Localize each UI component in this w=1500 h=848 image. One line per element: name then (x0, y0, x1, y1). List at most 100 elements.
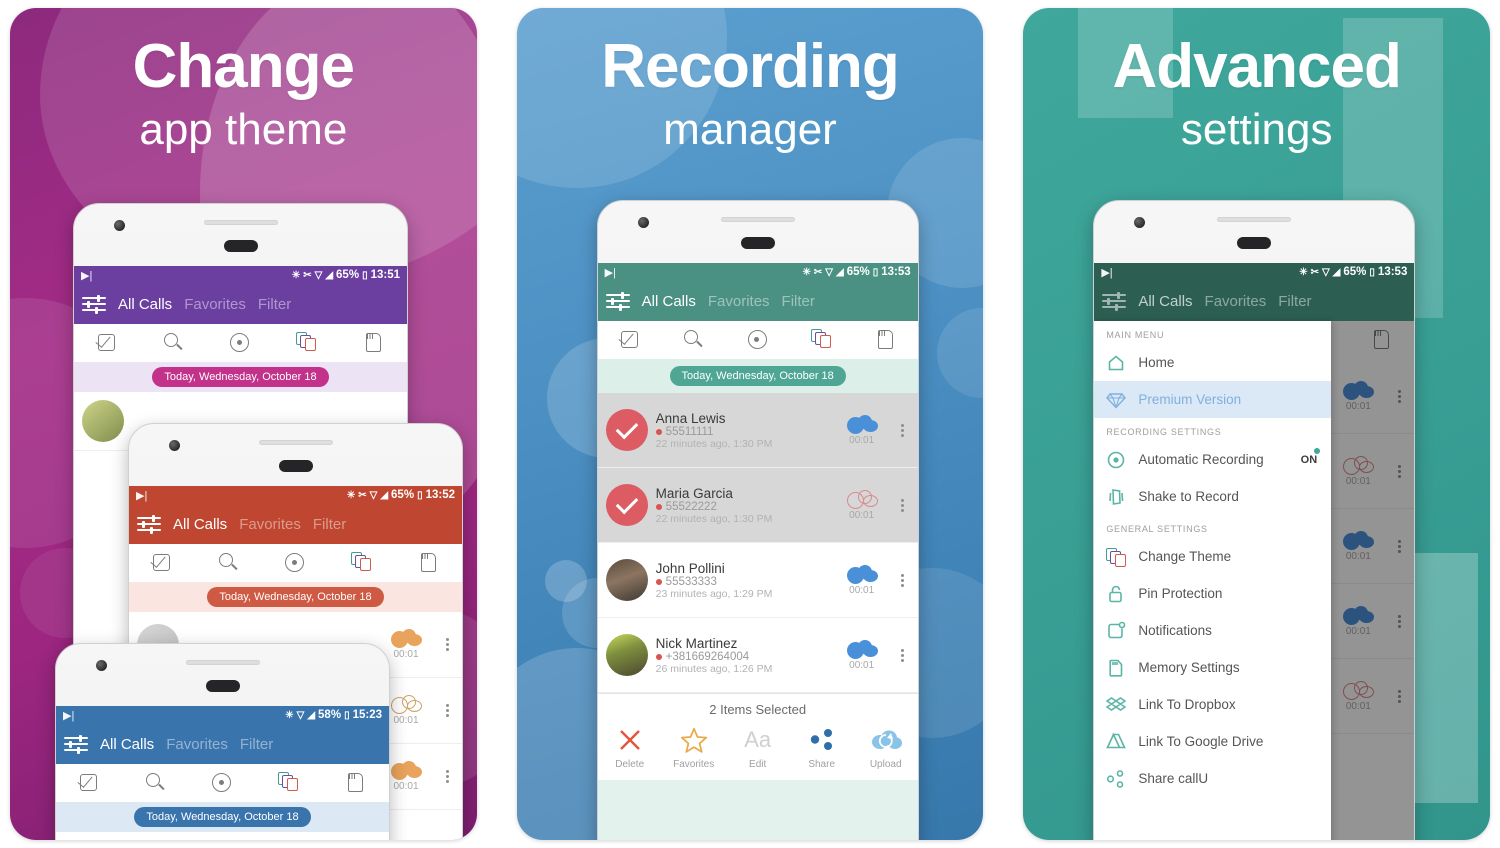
tab-all-calls[interactable]: All Calls (100, 736, 154, 753)
contact-number-row: 55522222 (655, 501, 828, 513)
tab-filter[interactable]: Filter (1278, 293, 1311, 310)
favorites-button[interactable]: Favorites (664, 725, 724, 770)
clock-label: 13:53 (1377, 266, 1408, 278)
select-all-icon[interactable] (151, 552, 173, 574)
drawer-item-label: Notifications (1138, 623, 1212, 638)
menu-sliders-icon[interactable] (1102, 291, 1127, 311)
change-theme-icon[interactable] (351, 552, 373, 574)
sd-card-icon[interactable] (363, 332, 385, 354)
tab-filter[interactable]: Filter (782, 293, 815, 310)
phone-top-bezel (598, 201, 918, 263)
menu-sliders-icon[interactable] (137, 514, 161, 534)
battery-label: 58% (318, 709, 342, 721)
row-menu-icon[interactable] (440, 702, 454, 719)
cloud-icon (391, 695, 422, 714)
tab-filter[interactable]: Filter (240, 736, 273, 753)
drawer-item-automatic-recording[interactable]: Automatic Recording ON (1094, 441, 1331, 478)
menu-sliders-icon[interactable] (64, 734, 88, 754)
camera-icon (637, 217, 649, 228)
row-menu-icon[interactable] (896, 647, 910, 664)
record-icon[interactable] (284, 552, 306, 574)
date-chip: Today, Wednesday, October 18 (207, 587, 384, 607)
upload-button[interactable]: Upload (856, 725, 916, 770)
sd-card-icon[interactable] (875, 329, 897, 351)
status-right: ✳ ✂ ▽ ◢ 65% ▯ 13:53 (1299, 266, 1407, 278)
bluetooth-icon: ✳ (802, 266, 811, 278)
mute-icon: ✂ (813, 266, 823, 278)
tab-all-calls[interactable]: All Calls (642, 293, 696, 310)
status-bar: ▶| ✳ ✂ ▽ ◢ 65% ▯ 13:53 (1094, 263, 1415, 281)
table-row[interactable]: Maria Garcia 55522222 22 minutes ago, 1:… (597, 468, 918, 543)
status-left-icon: ▶| (63, 709, 75, 722)
row-menu-icon[interactable] (896, 422, 910, 439)
avatar[interactable] (605, 559, 648, 601)
drawer-item-link-to-dropbox[interactable]: Link To Dropbox (1094, 686, 1331, 723)
menu-sliders-icon[interactable] (82, 294, 106, 314)
sd-card-icon[interactable] (418, 552, 440, 574)
contact-name: Nick Martinez (655, 635, 738, 651)
app-bar: All Calls Favorites Filter (597, 281, 918, 321)
table-row[interactable]: Nick Martinez +381669264004 26 minutes a… (597, 618, 918, 693)
panel-recording-manager: Recording manager ▶| ✳ ✂ ▽ ◢ 65% ▯ 13:53… (516, 8, 984, 840)
select-all-icon[interactable] (96, 332, 118, 354)
drawer-item-share-callu[interactable]: Share callU (1094, 760, 1331, 797)
avatar (82, 400, 124, 442)
headline-bold: Change (132, 32, 355, 101)
drawer-item-link-to-google-drive[interactable]: Link To Google Drive (1094, 723, 1331, 760)
select-all-icon[interactable] (619, 329, 641, 351)
tab-all-calls[interactable]: All Calls (118, 296, 172, 313)
text-icon: Aa (744, 727, 772, 752)
tab-all-calls[interactable]: All Calls (173, 516, 227, 533)
drawer-item-label: Premium Version (1138, 392, 1242, 407)
headline-light: manager (663, 105, 837, 154)
search-icon[interactable] (163, 332, 185, 354)
change-theme-icon[interactable] (810, 329, 833, 351)
record-icon[interactable] (211, 772, 233, 794)
call-direction-icon (655, 428, 662, 435)
row-menu-icon[interactable] (440, 768, 454, 785)
row-menu-icon[interactable] (896, 572, 910, 589)
clock-label: 13:52 (425, 489, 455, 501)
avatar[interactable] (605, 634, 648, 676)
headline-bold: Advanced (1112, 32, 1402, 101)
change-theme-icon[interactable] (296, 332, 318, 354)
avatar[interactable] (605, 409, 648, 451)
drawer-item-memory-settings[interactable]: Memory Settings (1094, 649, 1331, 686)
share-icon (792, 725, 852, 755)
change-theme-icon[interactable] (278, 772, 300, 794)
drawer-item-pin-protection[interactable]: Pin Protection (1094, 575, 1331, 612)
tab-filter[interactable]: Filter (313, 516, 346, 533)
record-icon[interactable] (229, 332, 251, 354)
home-icon (1106, 353, 1126, 373)
search-icon[interactable] (683, 329, 705, 351)
edit-button[interactable]: Aa Edit (728, 725, 788, 770)
drawer-item-shake-to-record[interactable]: Shake to Record (1094, 478, 1331, 515)
tab-favorites[interactable]: Favorites (708, 293, 770, 310)
search-icon[interactable] (145, 772, 167, 794)
avatar[interactable] (605, 484, 648, 526)
tab-all-calls[interactable]: All Calls (1138, 293, 1192, 310)
share-button[interactable]: Share (792, 725, 852, 770)
table-row[interactable]: John Pollini 55533333 23 minutes ago, 1:… (597, 543, 918, 618)
tab-favorites[interactable]: Favorites (1205, 293, 1267, 310)
delete-button[interactable]: Delete (600, 725, 660, 770)
sd-card-icon[interactable] (345, 772, 367, 794)
drawer-item-premium-version[interactable]: Premium Version (1094, 381, 1332, 418)
select-all-icon[interactable] (78, 772, 100, 794)
tab-filter[interactable]: Filter (258, 296, 291, 313)
tab-favorites[interactable]: Favorites (166, 736, 228, 753)
row-menu-icon[interactable] (896, 497, 910, 514)
row-menu-icon[interactable] (440, 636, 454, 653)
drawer-section-title: RECORDING SETTINGS (1106, 427, 1222, 437)
drawer-item-home[interactable]: Home (1094, 344, 1331, 381)
automatic-recording-toggle[interactable]: ON (1301, 447, 1321, 466)
search-icon[interactable] (218, 552, 240, 574)
record-icon[interactable] (747, 329, 769, 351)
table-row[interactable]: Anna Lewis 55511111 22 minutes ago, 1:30… (597, 393, 918, 468)
tab-favorites[interactable]: Favorites (239, 516, 301, 533)
menu-sliders-icon[interactable] (605, 291, 630, 311)
tab-favorites[interactable]: Favorites (184, 296, 246, 313)
mute-icon: ✂ (1310, 266, 1319, 278)
drawer-item-notifications[interactable]: Notifications (1094, 612, 1331, 649)
drawer-item-change-theme[interactable]: Change Theme (1094, 538, 1331, 575)
